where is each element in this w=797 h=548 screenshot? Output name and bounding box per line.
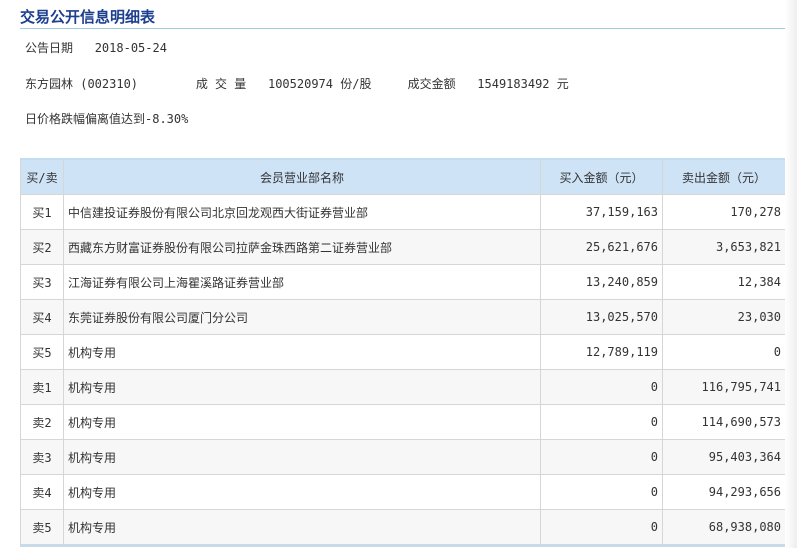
table-header: 买/卖 会员营业部名称 买入金额（元） 卖出金额（元） <box>20 158 786 195</box>
buy-amount: 12,789,119 <box>540 334 663 370</box>
sell-amount: 23,030 <box>662 299 786 335</box>
buy-amount: 0 <box>540 369 663 405</box>
sell-amount: 0 <box>662 334 786 370</box>
branch-name: 机构专用 <box>63 334 541 370</box>
header-branch: 会员营业部名称 <box>63 158 541 195</box>
header-buy: 买入金额（元） <box>540 158 663 195</box>
side: 买3 <box>20 264 64 300</box>
buy-amount: 0 <box>540 509 663 547</box>
header-sell: 卖出金额（元） <box>662 158 786 195</box>
table-row: 买2 西藏东方财富证券股份有限公司拉萨金珠西路第二证券营业部 25,621,676 3… <box>20 229 786 265</box>
side: 卖5 <box>20 509 64 547</box>
table-row: 卖4 机构专用 0 94,293,656 <box>20 474 786 510</box>
reason-text: 日价格跌幅偏离值达到-8.30% <box>25 112 189 126</box>
buy-amount: 0 <box>540 404 663 440</box>
side: 卖3 <box>20 439 64 475</box>
sell-amount: 94,293,656 <box>662 474 786 510</box>
sell-amount: 116,795,741 <box>662 369 786 405</box>
table-row: 买4 东莞证券股份有限公司厦门分公司 13,025,570 23,030 <box>20 299 786 335</box>
table-row: 卖1 机构专用 0 116,795,741 <box>20 369 786 405</box>
sell-amount: 68,938,080 <box>662 509 786 547</box>
title-divider <box>20 28 797 29</box>
side: 卖2 <box>20 404 64 440</box>
sell-amount: 95,403,364 <box>662 439 786 475</box>
buy-amount: 37,159,163 <box>540 194 663 230</box>
table-row: 卖5 机构专用 0 68,938,080 <box>20 509 786 547</box>
sell-amount: 3,653,821 <box>662 229 786 265</box>
scrollbar[interactable] <box>785 0 797 548</box>
date-label: 公告日期 <box>25 41 74 55</box>
branch-name: 机构专用 <box>63 439 541 475</box>
side: 卖1 <box>20 369 64 405</box>
sell-amount: 170,278 <box>662 194 786 230</box>
table-row: 卖3 机构专用 0 95,403,364 <box>20 439 786 475</box>
page-title: 交易公开信息明细表 <box>20 8 156 26</box>
side: 卖4 <box>20 474 64 510</box>
table-row: 买5 机构专用 12,789,119 0 <box>20 334 786 370</box>
branch-name: 西藏东方财富证券股份有限公司拉萨金珠西路第二证券营业部 <box>63 229 541 265</box>
branch-name: 江海证券有限公司上海瞿溪路证券营业部 <box>63 264 541 300</box>
branch-name: 机构专用 <box>63 369 541 405</box>
date-value: 2018-05-24 <box>94 41 167 55</box>
side: 买2 <box>20 229 64 265</box>
volume-value: 100520974 份/股 <box>267 77 372 91</box>
table-row: 买3 江海证券有限公司上海瞿溪路证券营业部 13,240,859 12,384 <box>20 264 786 300</box>
branch-name: 机构专用 <box>63 509 541 547</box>
branch-name: 中信建投证券股份有限公司北京回龙观西大街证券营业部 <box>63 194 541 230</box>
buy-amount: 13,240,859 <box>540 264 663 300</box>
table-row: 卖2 机构专用 0 114,690,573 <box>20 404 786 440</box>
header-side: 买/卖 <box>20 158 64 195</box>
stock-name: 东方园林 (002310) <box>25 77 139 91</box>
date-line: 公告日期 2018-05-24 <box>25 39 167 56</box>
table-row: 买1 中信建投证券股份有限公司北京回龙观西大街证券营业部 37,159,163 170… <box>20 194 786 230</box>
side: 买5 <box>20 334 64 370</box>
side: 买1 <box>20 194 64 230</box>
branch-name: 东莞证券股份有限公司厦门分公司 <box>63 299 541 335</box>
buy-amount: 25,621,676 <box>540 229 663 265</box>
branch-name: 机构专用 <box>63 474 541 510</box>
amount-label: 成交金额 <box>407 77 456 91</box>
side: 买4 <box>20 299 64 335</box>
trade-summary: 东方园林 (002310) 成 交 量 100520974 份/股 成交金额 1… <box>25 75 569 92</box>
sell-amount: 114,690,573 <box>662 404 786 440</box>
branch-name: 机构专用 <box>63 404 541 440</box>
buy-amount: 0 <box>540 474 663 510</box>
volume-label: 成 交 量 <box>195 77 247 91</box>
sell-amount: 12,384 <box>662 264 786 300</box>
amount-value: 1549183492 元 <box>477 77 569 91</box>
buy-amount: 13,025,570 <box>540 299 663 335</box>
buy-amount: 0 <box>540 439 663 475</box>
trade-detail-table: 买/卖 会员营业部名称 买入金额（元） 卖出金额（元） 买1 中信建投证券股份有限… <box>20 158 786 547</box>
